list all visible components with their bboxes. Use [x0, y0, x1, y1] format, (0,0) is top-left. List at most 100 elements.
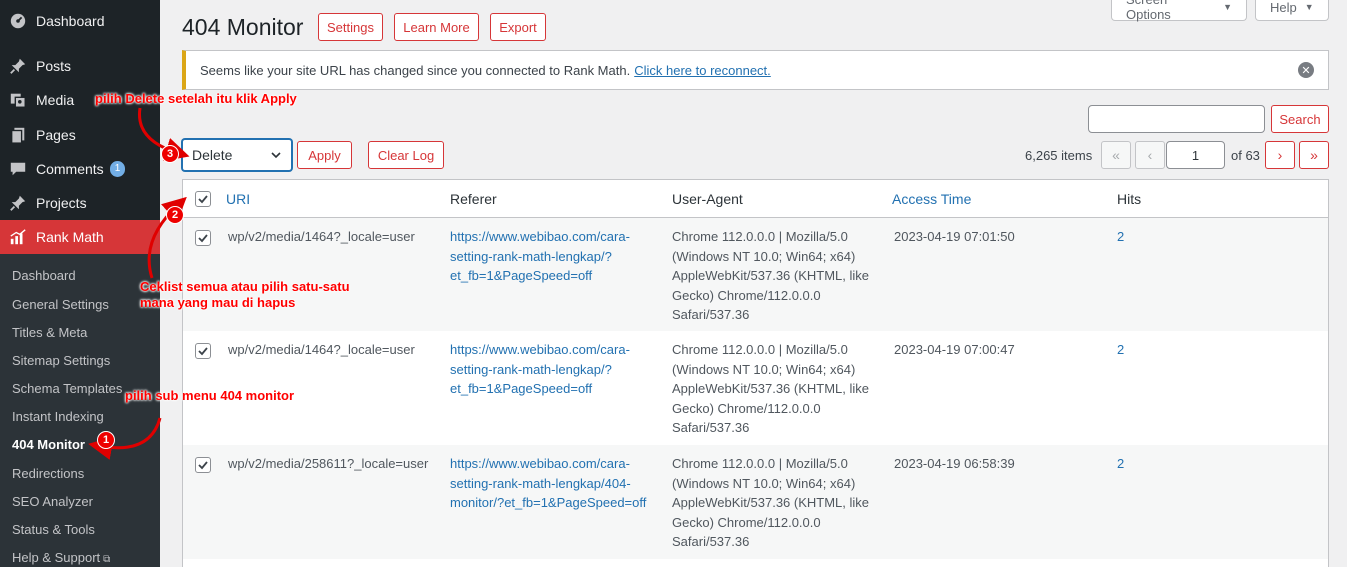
submenu-instant-indexing[interactable]: Instant Indexing	[12, 409, 104, 424]
referer-cell[interactable]: https://www.webibao.com/cara- setting-ra…	[450, 454, 646, 513]
step-3-annotation: pilih Delete setelah itu klik Apply	[95, 91, 297, 106]
external-link-icon: ⧉	[103, 554, 111, 565]
user-agent-line: Safari/537.36	[672, 420, 750, 435]
user-agent-line: (Windows NT 10.0; Win64; x64)	[672, 475, 856, 491]
help-tab[interactable]: Help ▼	[1255, 0, 1329, 21]
submenu-titles-meta[interactable]: Titles & Meta	[12, 325, 87, 340]
user-agent-line: Gecko) Chrome/112.0.0.0	[672, 287, 821, 303]
uri-cell: wp/v2/media/258611?_locale=user	[228, 456, 429, 471]
referer-line: et_fb=1&PageSpeed=off	[450, 381, 593, 396]
pin-icon	[8, 56, 28, 76]
uri-cell: wp/v2/media/1464?_locale=user	[228, 342, 415, 357]
step-2-annotation-line2: mana yang mau di hapus	[140, 295, 296, 310]
uri-cell: wp/v2/media/1464?_locale=user	[228, 229, 415, 244]
access-time-column-header[interactable]: Access Time	[892, 191, 971, 207]
user-agent-line: AppleWebKit/537.36 (KHTML, like	[672, 495, 870, 510]
submenu-seo-analyzer[interactable]: SEO Analyzer	[12, 494, 93, 509]
row-checkbox[interactable]	[195, 343, 211, 359]
user-agent-line: (Windows NT 10.0; Win64; x64)	[672, 361, 856, 377]
submenu-general-settings[interactable]: General Settings	[12, 297, 109, 312]
search-input[interactable]	[1088, 105, 1265, 133]
reconnect-link[interactable]: Click here to reconnect.	[634, 63, 771, 78]
screen-options-tab[interactable]: Screen Options ▼	[1111, 0, 1247, 22]
current-page-input[interactable]: 1	[1166, 141, 1225, 169]
row-checkbox[interactable]	[195, 457, 211, 473]
menu-media-label: Media	[36, 92, 75, 108]
referer-line: et_fb=1&PageSpeed=off	[450, 268, 593, 283]
dashboard-icon	[8, 11, 28, 31]
submenu-404-monitor[interactable]: 404 Monitor	[12, 437, 85, 452]
media-icon	[8, 90, 28, 110]
menu-posts[interactable]: Posts	[0, 49, 160, 83]
checkmark-icon	[198, 195, 208, 204]
screen-options-label: Screen Options	[1126, 0, 1171, 22]
help-label: Help	[1270, 0, 1297, 15]
referer-cell[interactable]: https://www.webibao.com/cara- setting-ra…	[450, 340, 630, 399]
user-agent-column-header: User-Agent	[672, 191, 743, 207]
submenu-sitemap-settings[interactable]: Sitemap Settings	[12, 353, 110, 368]
access-time-cell: 2023-04-19 07:00:47	[894, 342, 1015, 357]
chevron-down-icon	[269, 148, 283, 165]
learn-more-button[interactable]: Learn More	[394, 13, 479, 41]
search-button[interactable]: Search	[1271, 105, 1329, 133]
submenu-redirections[interactable]: Redirections	[12, 466, 84, 481]
step-1-badge: 1	[97, 431, 115, 449]
user-agent-line: Gecko) Chrome/112.0.0.0	[672, 514, 821, 530]
hits-cell[interactable]: 2	[1117, 454, 1124, 474]
export-button[interactable]: Export	[490, 13, 546, 41]
hits-cell[interactable]: 2	[1117, 340, 1124, 360]
user-agent-line: (Windows NT 10.0; Win64; x64)	[672, 248, 856, 264]
total-pages: of 63	[1231, 148, 1260, 163]
user-agent-line: Chrome 112.0.0.0 | Mozilla/5.0	[672, 456, 848, 471]
last-page-button[interactable]: »	[1299, 141, 1329, 169]
caret-down-icon: ▼	[1223, 2, 1232, 12]
clear-log-button[interactable]: Clear Log	[368, 141, 444, 169]
submenu-help-support-label: Help & Support	[12, 550, 101, 565]
bulk-action-select[interactable]: Delete	[182, 139, 292, 171]
checkmark-icon	[198, 461, 208, 470]
referer-line: setting-rank-math-lengkap/?	[450, 361, 612, 377]
submenu-schema-templates[interactable]: Schema Templates	[12, 381, 122, 396]
caret-down-icon: ▼	[1304, 2, 1314, 12]
submenu-help-support[interactable]: Help & Support ⧉	[12, 550, 110, 565]
user-agent-line: AppleWebKit/537.36 (KHTML, like	[672, 381, 870, 396]
hits-column-header: Hits	[1117, 191, 1142, 207]
prev-page-button[interactable]: ‹	[1135, 141, 1165, 169]
menu-projects[interactable]: Projects	[0, 186, 160, 220]
rank-math-submenu: Dashboard General Settings Titles & Meta…	[0, 254, 160, 567]
row-checkbox[interactable]	[195, 230, 211, 246]
uri-column-header[interactable]: URI	[226, 191, 250, 207]
user-agent-line: Safari/537.36	[672, 307, 750, 322]
close-icon[interactable]: ✕	[1298, 62, 1314, 78]
menu-projects-label: Projects	[36, 195, 87, 211]
comment-count-badge: 1	[109, 161, 126, 177]
user-agent-cell: Chrome 112.0.0.0 | Mozilla/5.0 (Windows …	[672, 454, 869, 552]
select-all-checkbox[interactable]	[195, 191, 211, 207]
settings-button[interactable]: Settings	[318, 13, 383, 41]
referer-line: https://www.webibao.com/cara-	[450, 342, 630, 357]
first-page-button[interactable]: «	[1101, 141, 1131, 169]
menu-rank-math[interactable]: Rank Math	[0, 220, 160, 254]
hits-cell[interactable]: 2	[1117, 227, 1124, 247]
submenu-status-tools[interactable]: Status & Tools	[12, 522, 95, 537]
menu-comments[interactable]: Comments 1	[0, 152, 160, 186]
next-page-button[interactable]: ›	[1265, 141, 1295, 169]
menu-pages-label: Pages	[36, 127, 76, 143]
step-2-annotation-line1: Ceklist semua atau pilih satu-satu	[140, 279, 350, 294]
user-agent-cell: Chrome 112.0.0.0 | Mozilla/5.0 (Windows …	[672, 227, 869, 325]
referer-column-header: Referer	[450, 191, 497, 207]
step-1-annotation: pilih sub menu 404 monitor	[125, 388, 295, 403]
menu-pages[interactable]: Pages	[0, 118, 160, 152]
referer-cell[interactable]: https://www.webibao.com/cara- setting-ra…	[450, 227, 630, 286]
user-agent-line: Gecko) Chrome/112.0.0.0	[672, 400, 821, 416]
table-row: wp/v2/media/258611?_locale=user https://…	[183, 445, 1328, 559]
table-row: wp/v2/media/1464?_locale=user https://ww…	[183, 218, 1328, 331]
submenu-dashboard[interactable]: Dashboard	[12, 268, 76, 283]
apply-button[interactable]: Apply	[297, 141, 352, 169]
menu-dashboard[interactable]: Dashboard	[0, 4, 160, 38]
step-2-badge: 2	[166, 206, 184, 224]
menu-rank-math-label: Rank Math	[36, 229, 104, 245]
table-row: wp/v2/media/1464?_locale=user https://ww…	[183, 331, 1328, 445]
user-agent-line: Safari/537.36	[672, 534, 750, 549]
page-title: 404 Monitor	[182, 14, 304, 40]
